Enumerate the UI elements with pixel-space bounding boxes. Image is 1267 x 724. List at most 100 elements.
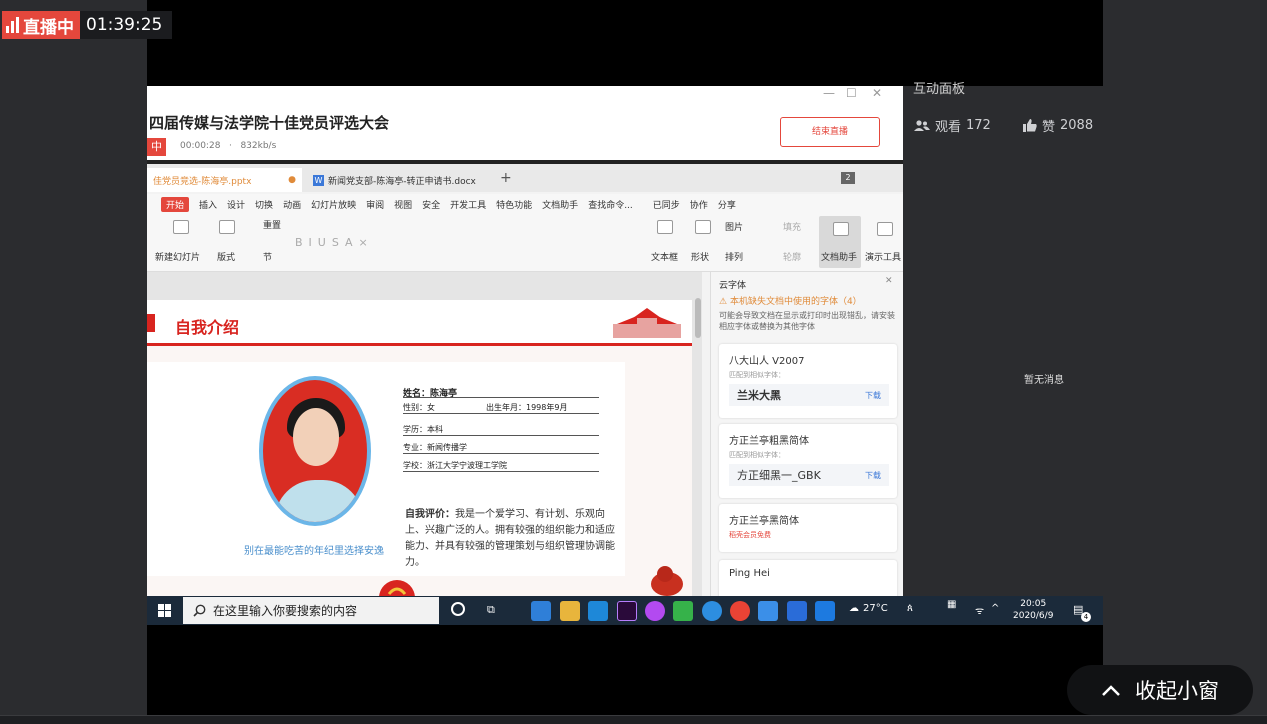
textbox-button[interactable]: 文本框 xyxy=(651,250,678,263)
music-app-icon[interactable] xyxy=(645,601,665,621)
menu-slideshow[interactable]: 幻灯片放映 xyxy=(311,198,356,211)
file-explorer-icon[interactable] xyxy=(560,601,580,621)
wps-icon[interactable] xyxy=(787,601,807,621)
shape-icon xyxy=(695,220,711,234)
broadcast-elapsed: 00:00:28 xyxy=(180,141,221,151)
font-warning-text: 本机缺失文档中使用的字体（4） xyxy=(729,297,862,307)
font-note: 可能会导致文档在显示或打印时出现错乱，请安装相应字体或替换为其他字体 xyxy=(719,311,895,331)
live-app-icon[interactable] xyxy=(815,601,835,621)
chrome-icon[interactable] xyxy=(730,601,750,621)
tiananmen-icon xyxy=(613,308,681,338)
wechat-icon[interactable] xyxy=(673,601,693,621)
doc-helper-button[interactable]: 文档助手 xyxy=(821,250,857,263)
like-count[interactable]: 赞 2088 xyxy=(1023,116,1093,135)
cortana-icon[interactable] xyxy=(451,602,465,616)
feishu-icon[interactable] xyxy=(758,601,778,621)
slide-canvas: 自我介绍 别在最能吃苦的年纪里选择安逸 姓名：陈海亭 性别：女 出生年月：199… xyxy=(147,272,702,596)
tray-expand-icon[interactable]: ^ xyxy=(991,603,999,614)
ie-browser-icon[interactable] xyxy=(531,601,551,621)
tab-docx[interactable]: W 新闻党支部-陈海亭-转正申请书.docx xyxy=(307,168,487,192)
wifi-icon[interactable]: ᯤ xyxy=(975,603,984,617)
font-match[interactable]: 方正细黑一_GBK 下载 xyxy=(729,464,889,486)
download-button[interactable]: 下载 xyxy=(865,470,881,481)
menu-doc-helper[interactable]: 文档助手 xyxy=(542,198,578,211)
weather-temp[interactable]: 27°C xyxy=(863,603,888,614)
menu-dev-tools[interactable]: 开发工具 xyxy=(450,198,486,211)
new-slide-button[interactable]: 新建幻灯片 xyxy=(155,250,200,263)
maximize-icon[interactable]: ☐ xyxy=(846,86,857,100)
tab-pptx-label: 佳党员竞选-陈海亭.pptx xyxy=(153,176,252,187)
minimize-icon[interactable]: — xyxy=(823,86,835,100)
textbox-icon xyxy=(657,220,673,234)
viewers-number: 172 xyxy=(966,118,991,133)
menu-features[interactable]: 特色功能 xyxy=(496,198,532,211)
viewers-label: 观看 xyxy=(935,120,962,135)
close-icon[interactable]: ✕ xyxy=(872,86,882,100)
premiere-icon[interactable] xyxy=(617,601,637,621)
font-card: 方正兰亭粗黑简体 匹配到相似字体： 方正细黑一_GBK 下载 xyxy=(719,424,897,498)
empty-messages: 暂无消息 xyxy=(1024,375,1064,386)
edge-browser-icon[interactable] xyxy=(588,601,608,621)
left-pane xyxy=(0,0,147,724)
clock-time: 20:05 xyxy=(1020,599,1047,609)
reset-button[interactable]: 重置 xyxy=(263,218,281,231)
slide-scrollbar[interactable] xyxy=(695,298,701,338)
window-titlebar: — ☐ ✕ xyxy=(147,86,903,104)
menu-share[interactable]: 分享 xyxy=(718,198,736,211)
shape-button[interactable]: 形状 xyxy=(691,250,709,263)
menu-insert[interactable]: 插入 xyxy=(199,198,217,211)
end-broadcast-button[interactable]: 结束直播 xyxy=(780,117,880,147)
present-tool-button[interactable]: 演示工具 xyxy=(865,250,901,263)
taskbar-search-input[interactable]: 在这里输入你要搜索的内容 xyxy=(183,597,439,624)
menu-home[interactable]: 开始 xyxy=(161,196,190,212)
arrange-button[interactable]: 排列 xyxy=(725,250,743,263)
windows-taskbar: 在这里输入你要搜索的内容 ⧉ ☁ 27°C ጰ ▦ ᯤ ^ 20:05 2020… xyxy=(147,596,1103,625)
menu-view[interactable]: 视图 xyxy=(394,198,412,211)
task-view-icon[interactable]: ⧉ xyxy=(487,603,495,617)
collapse-window-button[interactable]: 收起小窗 xyxy=(1067,665,1253,715)
picture-button[interactable]: 图片 xyxy=(725,220,743,233)
menu-design[interactable]: 设计 xyxy=(227,198,245,211)
sogou-browser-icon[interactable] xyxy=(702,601,722,621)
doc-helper-icon xyxy=(833,222,849,236)
weather-icon: ☁ xyxy=(849,603,859,614)
outline-button[interactable]: 轮廓 xyxy=(783,250,801,263)
keyboard-icon[interactable]: ▦ xyxy=(947,599,956,610)
layout-button[interactable]: 版式 xyxy=(217,250,235,263)
video-letterbox-bottom xyxy=(147,625,1103,715)
user-icon[interactable]: ጰ xyxy=(907,603,913,614)
windows-start-icon[interactable] xyxy=(158,604,171,617)
fill-button[interactable]: 填充 xyxy=(783,220,801,233)
menu-transition[interactable]: 切换 xyxy=(255,198,273,211)
tab-pptx[interactable]: 佳党员竞选-陈海亭.pptx ● xyxy=(147,168,302,192)
section-button[interactable]: 节 xyxy=(263,250,272,263)
party-emblem-icon xyxy=(379,580,415,596)
download-button[interactable]: 下载 xyxy=(865,390,881,401)
live-badge-label: 直播中 xyxy=(23,17,74,38)
search-icon xyxy=(193,604,206,617)
viewers-icon xyxy=(914,119,930,131)
unsaved-dot-icon: ● xyxy=(288,175,296,185)
broadcast-live-tag: 中 xyxy=(147,138,166,156)
search-placeholder: 在这里输入你要搜索的内容 xyxy=(213,604,358,618)
window-count-badge[interactable]: 2 xyxy=(841,172,855,184)
interaction-panel-title: 互动面板 xyxy=(913,82,966,97)
panel-close-icon[interactable]: ✕ xyxy=(885,276,893,286)
menu-review[interactable]: 审阅 xyxy=(366,198,384,211)
likes-label: 赞 xyxy=(1042,120,1056,135)
menu-bar: 开始 插入 设计 切换 动画 幻灯片放映 审阅 视图 安全 开发工具 特色功能 … xyxy=(147,194,903,214)
live-badge: 直播中 xyxy=(2,11,80,39)
menu-security[interactable]: 安全 xyxy=(422,198,440,211)
menu-animation[interactable]: 动画 xyxy=(283,198,301,211)
taskbar-clock[interactable]: 20:05 2020/6/9 xyxy=(1013,598,1053,622)
likes-number: 2088 xyxy=(1060,118,1094,133)
new-tab-icon[interactable]: + xyxy=(500,170,512,186)
font-match[interactable]: 兰米大黑 下载 xyxy=(729,384,889,406)
chevron-up-icon xyxy=(1102,685,1120,696)
menu-search[interactable]: 查找命令... xyxy=(588,198,633,211)
slide[interactable]: 自我介绍 别在最能吃苦的年纪里选择安逸 姓名：陈海亭 性别：女 出生年月：199… xyxy=(147,300,692,596)
doc-tabs: 佳党员竞选-陈海亭.pptx ● W 新闻党支部-陈海亭-转正申请书.docx … xyxy=(147,164,903,192)
menu-collab[interactable]: 协作 xyxy=(690,198,708,211)
bottom-strip xyxy=(0,715,1267,724)
menu-synced[interactable]: 已同步 xyxy=(653,198,680,211)
